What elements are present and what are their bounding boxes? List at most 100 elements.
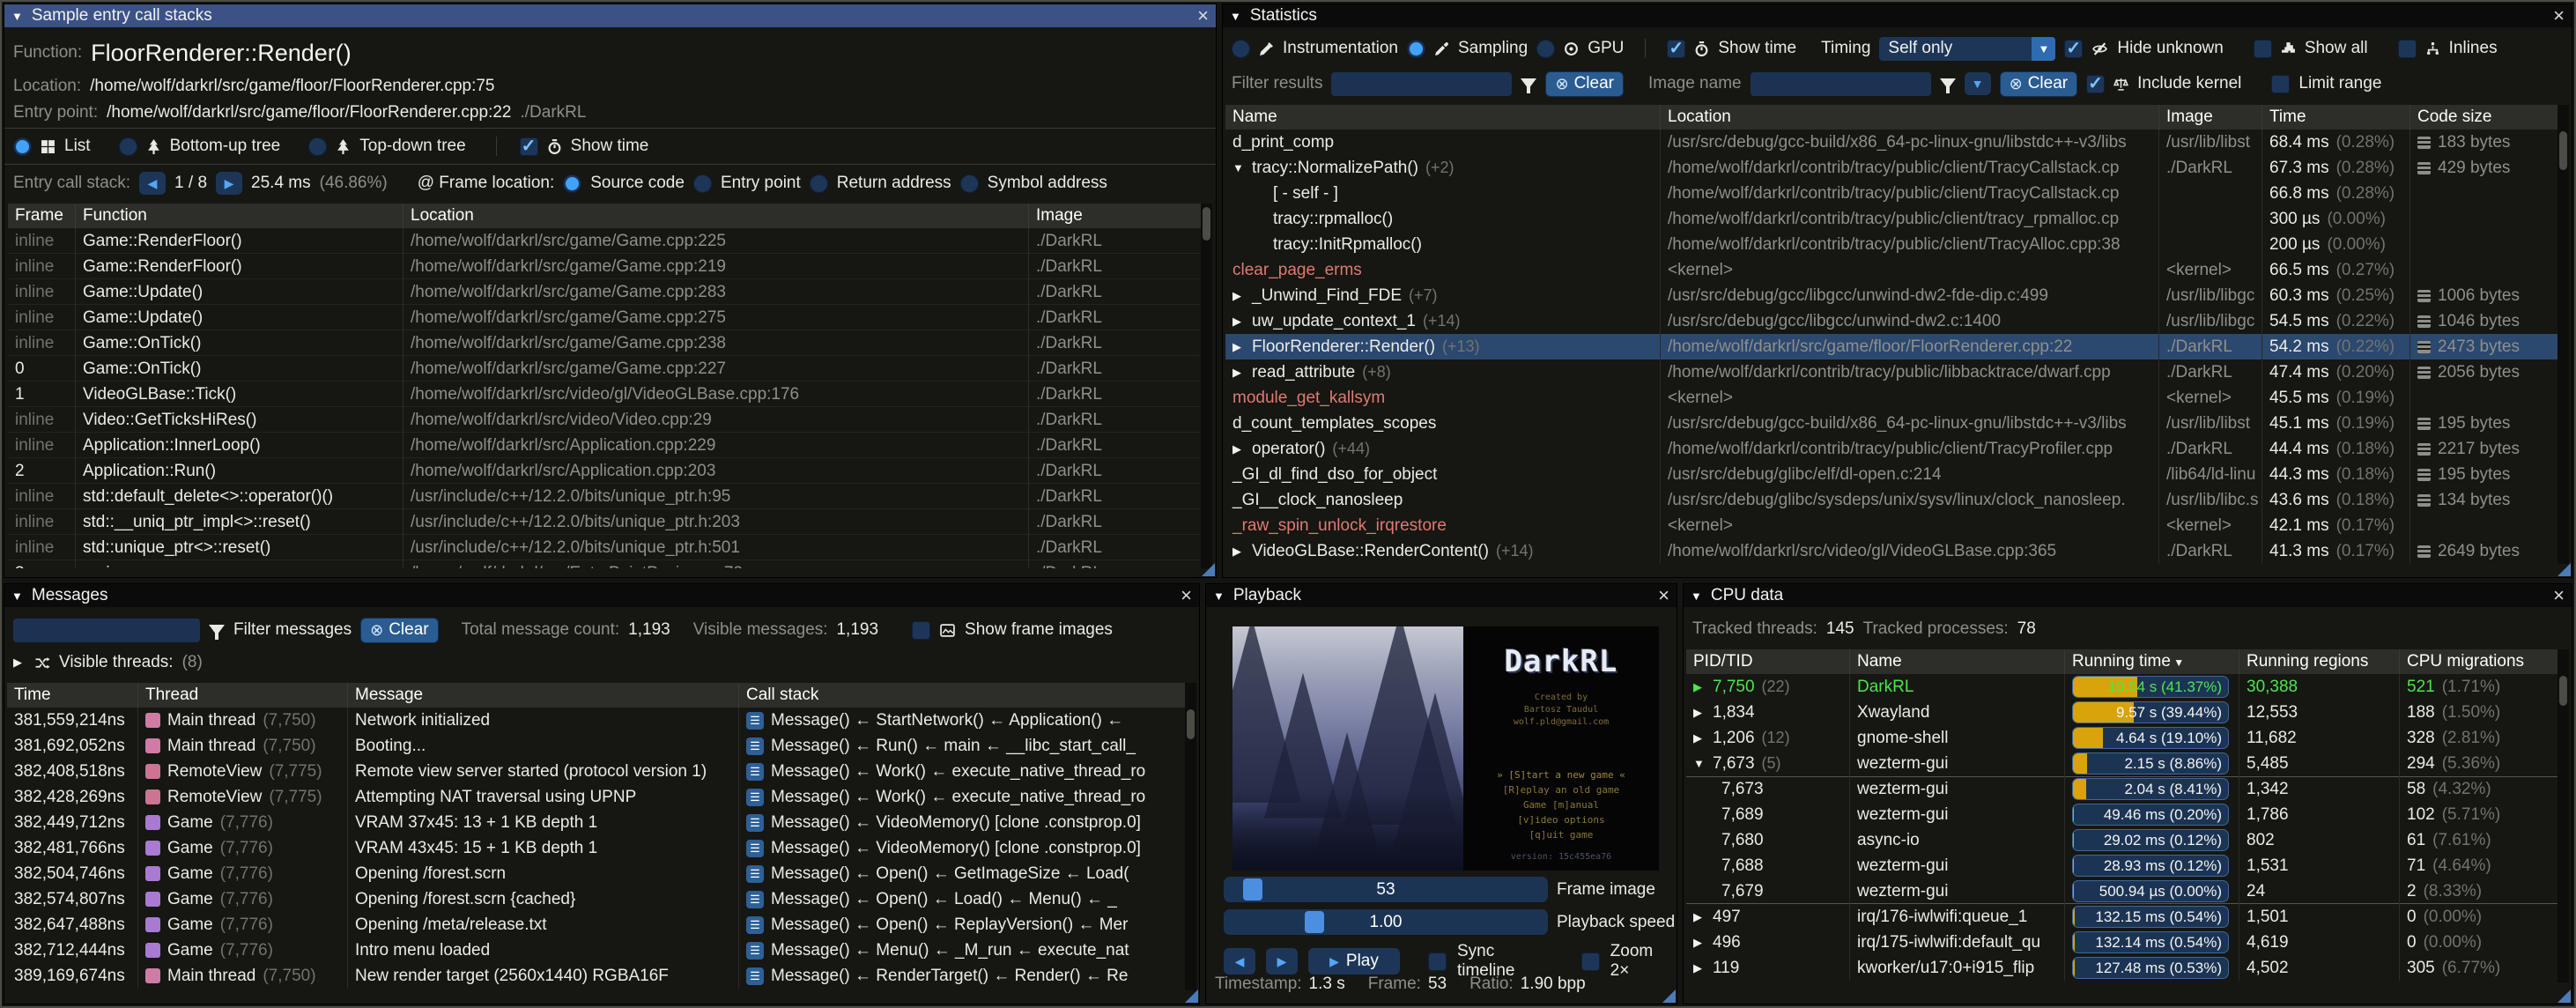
column-header[interactable]: Image <box>2159 105 2262 130</box>
show-all-checkbox[interactable] <box>2254 40 2272 58</box>
call-stack-icon[interactable]: ☰ <box>746 891 764 908</box>
resize-grip[interactable] <box>1662 989 1676 1003</box>
limit-range-checkbox[interactable] <box>2271 75 2290 93</box>
message-filter-input[interactable] <box>13 619 200 642</box>
message-row[interactable]: 382,481,766nsGame(7,776)VRAM 43x45: 15 +… <box>7 835 1196 861</box>
stats-table-row[interactable]: clear_page_erms<kernel><kernel>66.5 ms(0… <box>1225 257 2569 283</box>
cpu-row[interactable]: 7,689wezterm-gui49.46 ms (0.20%)1,786102… <box>1686 802 2569 827</box>
column-header[interactable]: Message <box>348 683 739 708</box>
cpu-row[interactable]: 7,673wezterm-gui2.04 s (8.41%)1,34258(4.… <box>1686 776 2569 802</box>
tree-expand-icon[interactable]: ▶ <box>1232 359 1245 385</box>
scrollbar-thumb[interactable] <box>2559 131 2567 170</box>
cpu-row[interactable]: ▶496irq/175-iwlwifi:default_qu132.14 ms … <box>1686 930 2569 955</box>
message-row[interactable]: 382,504,746nsGame(7,776)Opening /forest.… <box>7 861 1196 886</box>
table-row[interactable]: inlinestd::unique_ptr<>::reset()/usr/inc… <box>8 535 1212 560</box>
resize-grip[interactable] <box>2557 563 2571 576</box>
column-header[interactable]: Function <box>76 204 403 228</box>
close-icon[interactable]: × <box>1658 587 1669 604</box>
entry-point-radio[interactable] <box>693 174 712 193</box>
show-time-checkbox[interactable] <box>1667 40 1685 58</box>
message-row[interactable]: 381,559,214nsMain thread(7,750)Network i… <box>7 708 1196 733</box>
stats-table-row[interactable]: ▶_Unwind_Find_FDE(+7)/usr/src/debug/gcc/… <box>1225 283 2569 308</box>
tree-expand-icon[interactable]: ▶ <box>1232 308 1245 334</box>
close-icon[interactable]: × <box>2553 7 2565 25</box>
gpu-label[interactable]: GPU <box>1588 39 1624 58</box>
stats-table-row[interactable]: ▶uw_update_context_1(+14)/usr/src/debug/… <box>1225 308 2569 334</box>
frame-image-slider[interactable]: 53 <box>1224 877 1548 902</box>
return-address-radio[interactable] <box>810 174 828 193</box>
column-header[interactable]: Name <box>1850 649 2065 674</box>
scrollbar-thumb[interactable] <box>1187 709 1195 739</box>
cpu-row[interactable]: ▼7,673(5)wezterm-gui2.15 s (8.86%)5,4852… <box>1686 751 2569 776</box>
hide-unknown-label[interactable]: Hide unknown <box>2117 39 2223 58</box>
close-icon[interactable]: × <box>1197 7 1209 25</box>
next-frame-button[interactable]: ▶ <box>1266 948 1298 975</box>
tree-expand-icon[interactable]: ▶ <box>1693 930 1706 955</box>
stats-table-row[interactable]: module_get_kallsym<kernel><kernel>45.5 m… <box>1225 385 2569 411</box>
column-header[interactable]: PID/TID <box>1686 649 1850 674</box>
tree-expand-icon[interactable]: ▼ <box>1693 751 1706 776</box>
cpu-row[interactable]: ▶1,834Xwayland9.57 s (39.44%)12,553188(1… <box>1686 700 2569 725</box>
collapse-icon[interactable]: ▼ <box>11 589 23 603</box>
stats-table-row[interactable]: _GI__clock_nanosleep/usr/src/debug/glibc… <box>1225 487 2569 513</box>
image-name-input[interactable] <box>1751 72 1931 96</box>
list-label[interactable]: List <box>64 137 91 156</box>
vertical-scrollbar[interactable] <box>1201 204 1212 568</box>
scrollbar-thumb[interactable] <box>2559 676 2567 706</box>
column-header[interactable]: Frame <box>8 204 76 228</box>
play-button[interactable]: ▶Play <box>1308 948 1400 975</box>
filter-funnel-icon[interactable] <box>1521 78 1536 89</box>
collapse-icon[interactable]: ▼ <box>1691 589 1702 603</box>
column-header[interactable]: Running regions <box>2239 649 2400 674</box>
table-row[interactable]: 3main/home/wolf/darkrl/src/EntryPointPos… <box>8 560 1212 568</box>
image-combo-button[interactable]: ▼ <box>1965 72 1991 95</box>
stats-table-row[interactable]: d_print_comp/usr/src/debug/gcc-build/x86… <box>1225 130 2569 155</box>
cpu-table-header[interactable]: PID/TIDNameRunning time ▼Running regions… <box>1686 649 2569 674</box>
cpu-row[interactable]: ▶1,206(12)gnome-shell4.64 s (19.10%)11,6… <box>1686 725 2569 751</box>
call-stack-icon[interactable]: ☰ <box>746 916 764 934</box>
include-kernel-label[interactable]: Include kernel <box>2137 74 2241 93</box>
prev-frame-button[interactable]: ◀ <box>1224 948 1255 975</box>
sampling-label[interactable]: Sampling <box>1458 39 1528 58</box>
source-code-radio[interactable] <box>563 174 581 193</box>
tree-expand-icon[interactable]: ▶ <box>1693 955 1706 981</box>
table-row[interactable]: 0Game::OnTick()/home/wolf/darkrl/src/gam… <box>8 356 1212 382</box>
call-stack-icon[interactable]: ☰ <box>746 865 764 883</box>
tree-expand-icon[interactable]: ▶ <box>1693 700 1706 725</box>
filter-results-input[interactable] <box>1331 72 1512 96</box>
stats-table-row[interactable]: tracy::rpmalloc()/home/wolf/darkrl/contr… <box>1225 206 2569 232</box>
collapse-icon[interactable]: ▼ <box>11 10 23 23</box>
stats-table-row[interactable]: _GI_dl_find_dso_for_object/usr/src/debug… <box>1225 462 2569 487</box>
cpu-row[interactable]: ▶119kworker/u17:0+i915_flip127.48 ms (0.… <box>1686 955 2569 981</box>
call-stack-icon[interactable]: ☰ <box>746 763 764 781</box>
vertical-scrollbar[interactable] <box>1185 683 1196 990</box>
show-time-label[interactable]: Show time <box>571 137 649 156</box>
tree-expand-icon[interactable]: ▶ <box>1693 725 1706 751</box>
image-funnel-icon[interactable] <box>1940 78 1956 89</box>
call-stack-icon[interactable]: ☰ <box>746 814 764 832</box>
symbol-address-label[interactable]: Symbol address <box>988 174 1107 193</box>
call-stack-icon[interactable]: ☰ <box>746 712 764 730</box>
instrumentation-label[interactable]: Instrumentation <box>1283 39 1398 58</box>
clear-image-button[interactable]: ⊗Clear <box>2000 71 2078 97</box>
prev-stack-button[interactable]: ◀ <box>139 172 166 195</box>
stats-table-row[interactable]: ▶operator()(+44)/home/wolf/darkrl/contri… <box>1225 436 2569 462</box>
symbol-address-radio[interactable] <box>960 174 979 193</box>
table-row[interactable]: inlinestd::default_delete<>::operator()(… <box>8 484 1212 509</box>
message-row[interactable]: 382,647,488nsGame(7,776)Opening /meta/re… <box>7 912 1196 938</box>
message-row[interactable]: 382,408,518nsRemoteView(7,775)Remote vie… <box>7 759 1196 784</box>
close-icon[interactable]: × <box>1181 587 1192 604</box>
message-row[interactable]: 382,574,807nsGame(7,776)Opening /forest.… <box>7 886 1196 912</box>
sync-timeline-checkbox[interactable] <box>1428 952 1447 971</box>
stats-table-row[interactable]: ▶read_attribute(+8)/home/wolf/darkrl/con… <box>1225 359 2569 385</box>
call-stack-icon[interactable]: ☰ <box>746 789 764 806</box>
call-stack-icon[interactable]: ☰ <box>746 967 764 985</box>
cpu-row[interactable]: 7,680async-io29.02 ms (0.12%)80261(7.61%… <box>1686 827 2569 853</box>
table-row[interactable]: inlinestd::__uniq_ptr_impl<>::reset()/us… <box>8 509 1212 535</box>
message-row[interactable]: 382,449,712nsGame(7,776)VRAM 37x45: 13 +… <box>7 810 1196 835</box>
table-row[interactable]: inlineGame::Update()/home/wolf/darkrl/sr… <box>8 279 1212 305</box>
resize-grip[interactable] <box>2557 989 2571 1003</box>
stats-table-row[interactable]: ▶FloorRenderer::Render()(+13)/home/wolf/… <box>1225 334 2569 359</box>
vertical-scrollbar[interactable] <box>2557 649 2569 982</box>
message-row[interactable]: 381,692,052nsMain thread(7,750)Booting..… <box>7 733 1196 759</box>
